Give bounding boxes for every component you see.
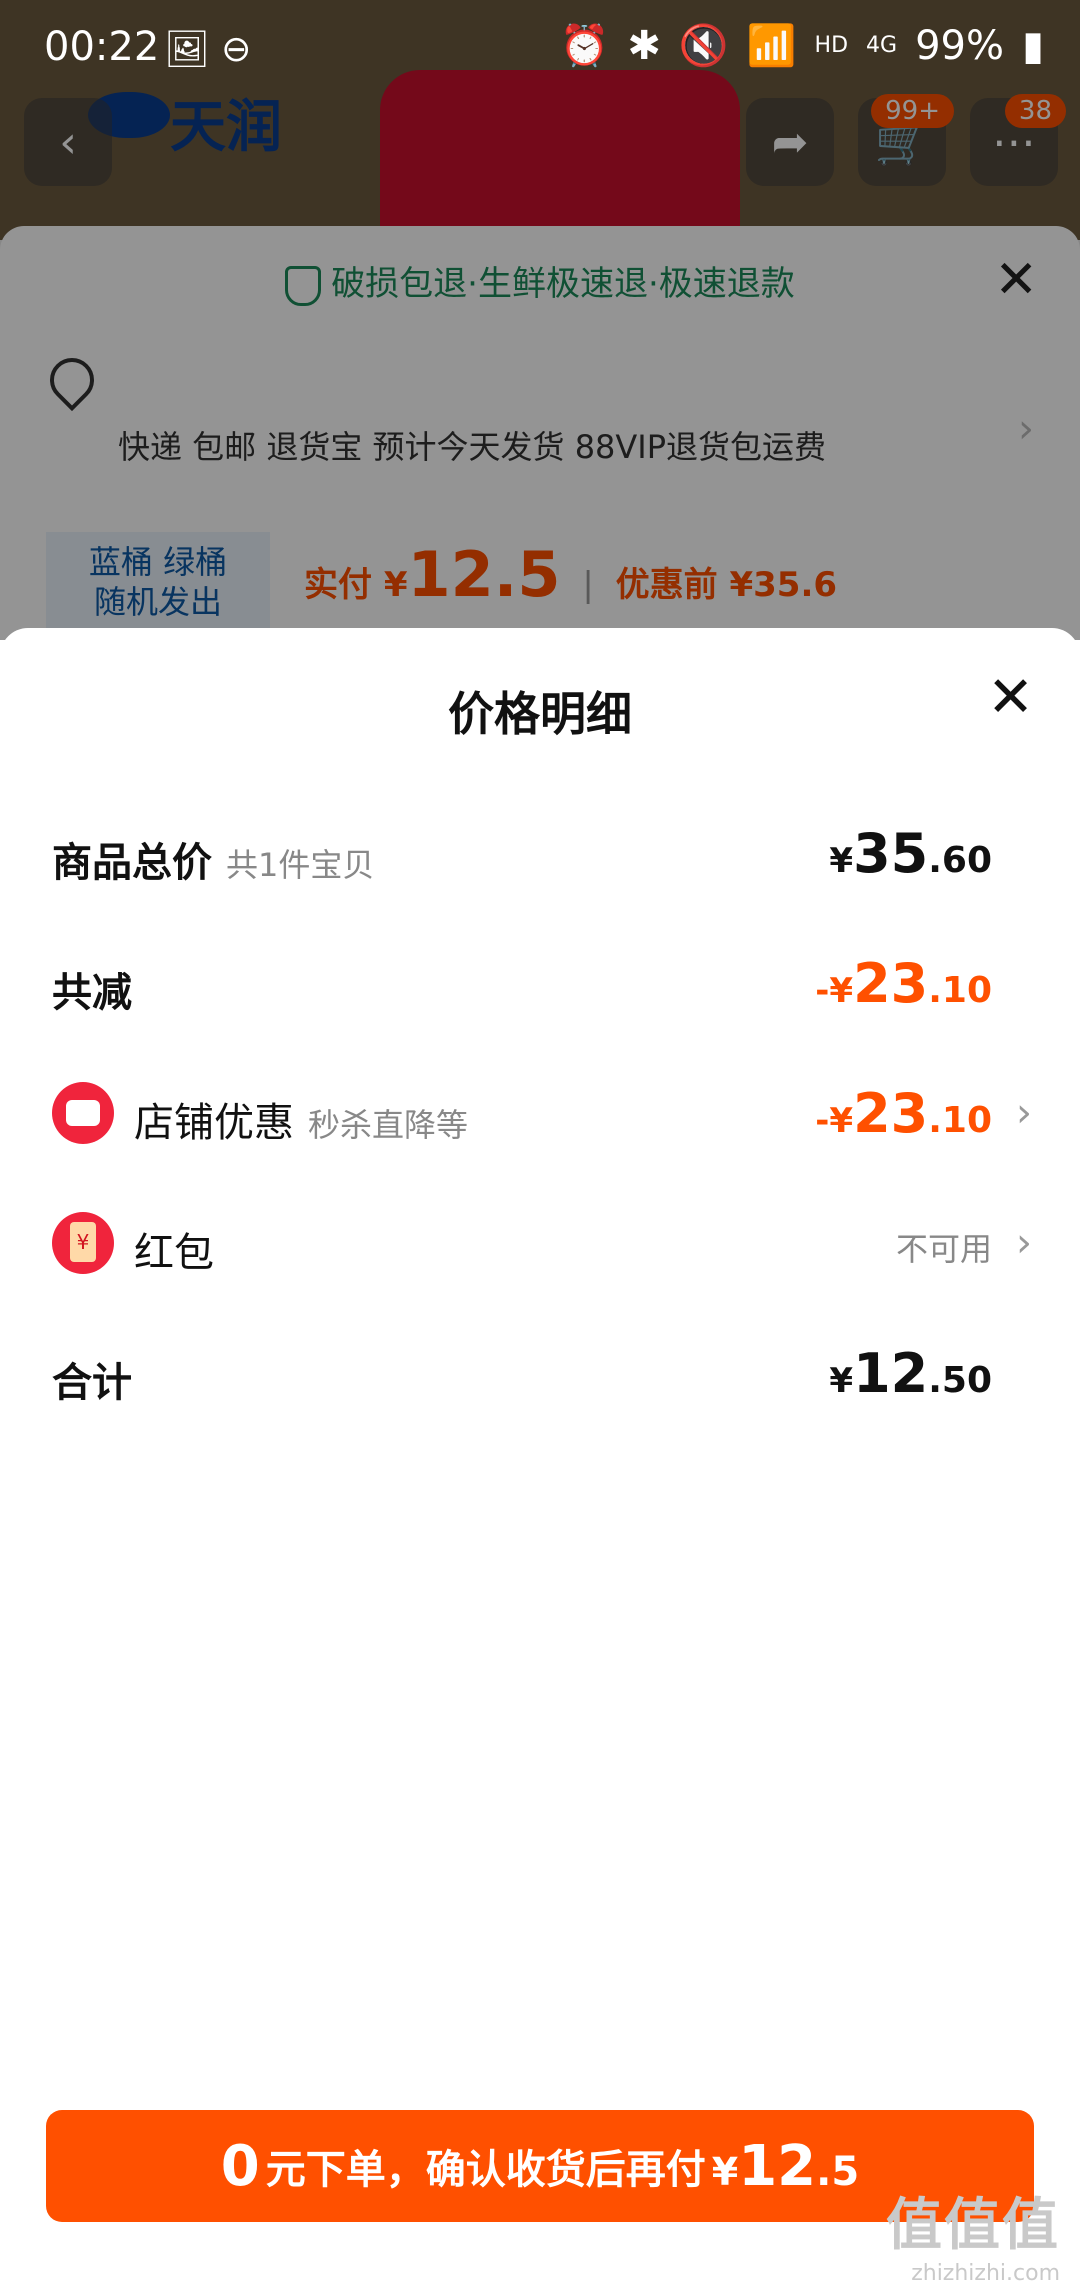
row-red-packet[interactable]: 红包 不可用 › bbox=[52, 1202, 1032, 1282]
goods-count: 共1件宝贝 bbox=[226, 846, 375, 884]
status-bar: 00:22 🖼 ⊖ ⏰ ✱ 🔇 📶 HD 4G 99% ▮ bbox=[0, 0, 1080, 96]
close-button[interactable]: ✕ bbox=[987, 670, 1034, 726]
reduction-label: 共减 bbox=[52, 970, 132, 1016]
sum-amount: ¥12.50 bbox=[829, 1342, 992, 1405]
network-label: 4G bbox=[866, 33, 898, 58]
price-detail-sheet: 价格明细 ✕ 商品总价 共1件宝贝 ¥35.60 共减 -¥23.10 店铺优惠秒… bbox=[0, 628, 1080, 2272]
row-total-reduction: 共减 -¥23.10 bbox=[52, 942, 1028, 1022]
shop-discount-label: 店铺优惠 bbox=[134, 1100, 294, 1146]
bluetooth-icon: ✱ bbox=[627, 22, 661, 69]
mute-icon: 🔇 bbox=[678, 23, 729, 69]
status-right: ⏰ ✱ 🔇 📶 HD 4G 99% ▮ bbox=[559, 22, 1044, 70]
watermark: 值值值 zhizhizhi.com bbox=[886, 2193, 1060, 2286]
red-packet-status: 不可用 bbox=[895, 1230, 992, 1268]
goods-total-label: 商品总价 bbox=[52, 840, 212, 886]
row-goods-total: 商品总价 共1件宝贝 ¥35.60 bbox=[52, 812, 1028, 892]
chevron-right-icon: › bbox=[1016, 1220, 1032, 1266]
shop-discount-sub: 秒杀直降等 bbox=[308, 1106, 469, 1144]
status-notification-icons: 🖼 ⊖ bbox=[164, 29, 252, 70]
battery-text: 99% bbox=[915, 22, 1004, 69]
chevron-right-icon: › bbox=[1016, 1090, 1032, 1136]
shop-discount-amount: -¥23.10 bbox=[815, 1082, 992, 1145]
wifi-icon: 📶 bbox=[746, 23, 797, 69]
status-time: 00:22 bbox=[44, 24, 160, 70]
sheet-title: 价格明细 bbox=[448, 687, 632, 741]
row-shop-discount[interactable]: 店铺优惠 秒杀直降等 -¥23.10 › bbox=[52, 1072, 1032, 1152]
hd-label: HD bbox=[814, 33, 849, 58]
row-sum: 合计 ¥12.50 bbox=[52, 1332, 1028, 1412]
overlay-dim[interactable] bbox=[0, 0, 1080, 640]
reduction-amount: -¥23.10 bbox=[815, 952, 992, 1015]
close-icon: ✕ bbox=[987, 665, 1034, 730]
goods-total-amount: ¥35.60 bbox=[829, 822, 992, 885]
shop-icon bbox=[52, 1082, 114, 1144]
alarm-icon: ⏰ bbox=[559, 23, 610, 69]
red-packet-label: 红包 bbox=[134, 1230, 214, 1276]
battery-icon: ▮ bbox=[1021, 22, 1044, 69]
sum-label: 合计 bbox=[52, 1360, 132, 1406]
red-packet-icon bbox=[52, 1212, 114, 1274]
